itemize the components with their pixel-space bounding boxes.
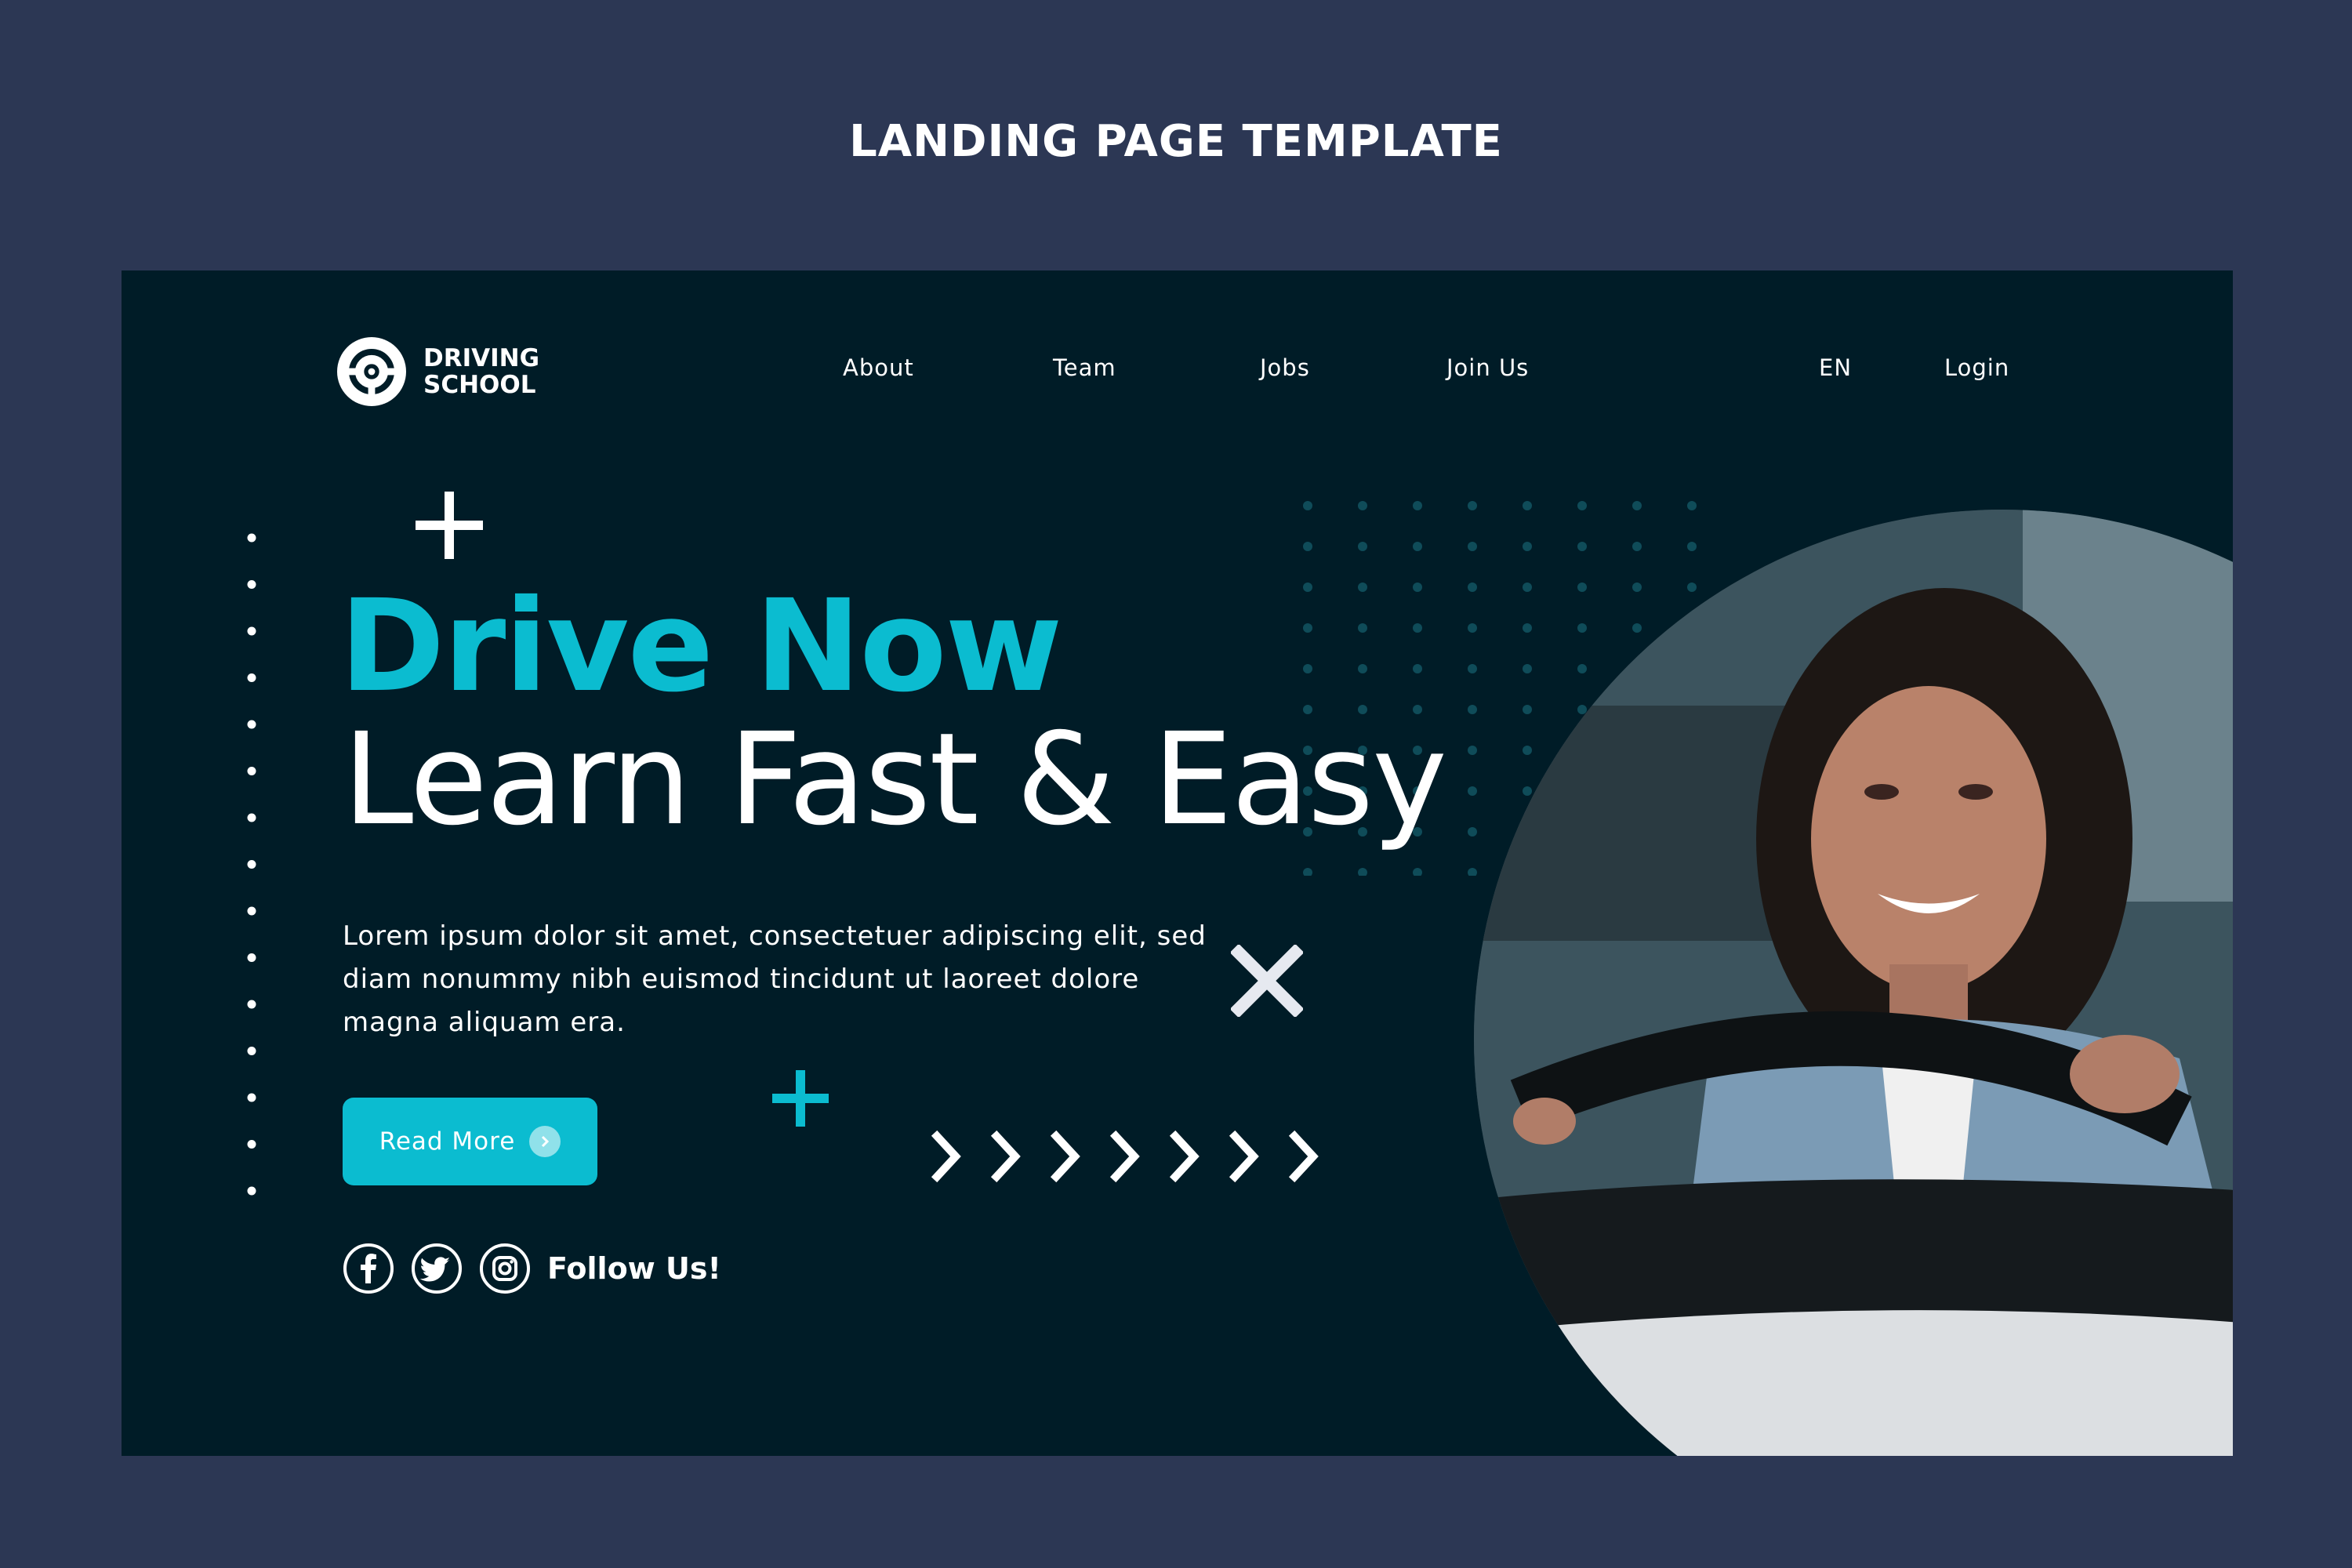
nav-item-join-us[interactable]: Join Us [1446, 354, 1529, 381]
grid-dot [1577, 664, 1587, 673]
read-more-label: Read More [379, 1127, 516, 1156]
follow-us-label: Follow Us! [547, 1251, 721, 1286]
grid-dot [1577, 623, 1587, 633]
grid-dot [1523, 542, 1532, 551]
nav-item-team[interactable]: Team [1053, 354, 1116, 381]
grid-dot [1523, 501, 1532, 510]
grid-dot [1523, 746, 1532, 755]
nav-item-jobs[interactable]: Jobs [1260, 354, 1310, 381]
grid-dot [1358, 501, 1367, 510]
landing-page-panel: DRIVING SCHOOL About Team Jobs Join Us E… [122, 270, 2233, 1456]
grid-dot [1523, 623, 1532, 633]
grid-dot [1687, 583, 1697, 592]
social-links: Follow Us! [343, 1243, 721, 1294]
grid-dot [1413, 868, 1422, 876]
grid-dot [1358, 542, 1367, 551]
dot [247, 1186, 256, 1196]
hero-description: Lorem ipsum dolor sit amet, consectetuer… [343, 920, 1207, 1038]
plus-decoration [416, 492, 483, 559]
grid-dot [1413, 583, 1422, 592]
grid-dot [1577, 542, 1587, 551]
grid-dot [1303, 664, 1312, 673]
dot [247, 673, 256, 682]
grid-dot [1303, 868, 1312, 876]
grid-dot [1632, 542, 1642, 551]
grid-dot [1358, 623, 1367, 633]
grid-dot [1468, 501, 1477, 510]
grid-dot [1468, 746, 1477, 755]
dot [247, 1140, 256, 1149]
chevron-icon [1050, 1130, 1080, 1183]
dot [247, 720, 256, 729]
grid-dot [1687, 542, 1697, 551]
grid-dot [1358, 583, 1367, 592]
grid-dot [1468, 664, 1477, 673]
grid-dot [1413, 664, 1422, 673]
chevron-icon [1288, 1130, 1319, 1183]
chevron-icon [1229, 1130, 1259, 1183]
logo-line-1: DRIVING [423, 344, 540, 372]
dot [247, 1000, 256, 1009]
grid-dot [1413, 623, 1422, 633]
logo[interactable]: DRIVING SCHOOL [337, 337, 539, 406]
grid-dot [1687, 501, 1697, 510]
dot [247, 626, 256, 636]
plus-teal-decoration [772, 1070, 829, 1127]
grid-dot [1523, 705, 1532, 714]
instagram-icon[interactable] [479, 1243, 531, 1294]
grid-dot [1468, 827, 1477, 837]
grid-dot [1632, 501, 1642, 510]
grid-dot [1303, 583, 1312, 592]
grid-dot [1577, 583, 1587, 592]
cross-decoration [1231, 945, 1303, 1017]
grid-dot [1303, 501, 1312, 510]
headline-main: Learn Fast & Easy [343, 706, 1447, 854]
dot [247, 1047, 256, 1055]
dot [247, 1093, 256, 1102]
twitter-icon[interactable] [411, 1243, 463, 1294]
steering-wheel-icon [337, 337, 406, 406]
grid-dot [1632, 623, 1642, 633]
dot [247, 580, 256, 589]
grid-dot [1303, 542, 1312, 551]
logo-line-2: SCHOOL [423, 371, 536, 399]
grid-dot [1468, 868, 1477, 876]
chevron-icon [931, 1130, 961, 1183]
dot [247, 906, 256, 916]
language-selector[interactable]: EN [1819, 354, 1852, 381]
grid-dot [1523, 664, 1532, 673]
chevron-icon [1109, 1130, 1140, 1183]
grid-dot [1468, 786, 1477, 796]
chevron-icon [1169, 1130, 1200, 1183]
template-title: LANDING PAGE TEMPLATE [849, 116, 1503, 167]
grid-dot [1468, 623, 1477, 633]
dot [247, 533, 256, 543]
grid-dot [1468, 542, 1477, 551]
chevron-arrows-decoration [931, 1130, 1319, 1183]
grid-dot [1632, 583, 1642, 592]
grid-dot [1358, 868, 1367, 876]
grid-dot [1413, 501, 1422, 510]
login-link[interactable]: Login [1944, 354, 2009, 381]
nav-item-about[interactable]: About [843, 354, 914, 381]
logo-text: DRIVING SCHOOL [423, 345, 539, 398]
chevron-right-icon [529, 1126, 561, 1157]
dotted-line-decoration [247, 533, 256, 1196]
grid-dot [1523, 786, 1532, 796]
grid-dot [1523, 583, 1532, 592]
grid-dot [1468, 583, 1477, 592]
grid-dot [1413, 542, 1422, 551]
grid-dot [1303, 623, 1312, 633]
read-more-button[interactable]: Read More [343, 1098, 597, 1185]
dot [247, 767, 256, 775]
chevron-icon [990, 1130, 1021, 1183]
dot [247, 860, 256, 869]
facebook-icon[interactable] [343, 1243, 394, 1294]
dot [247, 813, 256, 822]
grid-dot [1358, 664, 1367, 673]
dot [247, 953, 256, 962]
headline-accent: Drive Now [339, 573, 1062, 720]
grid-dot [1468, 705, 1477, 714]
grid-dot [1577, 501, 1587, 510]
